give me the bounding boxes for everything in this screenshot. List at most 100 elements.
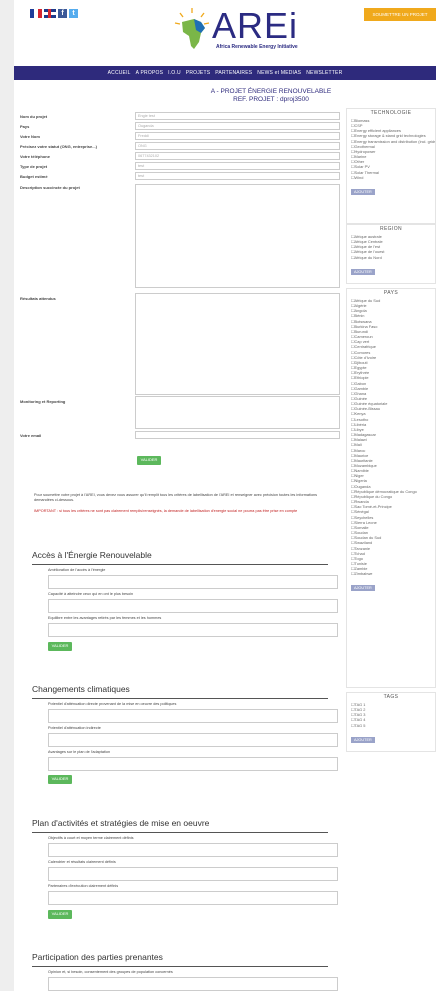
technology-checkbox-item[interactable]: ☐Energy storage & stand grid technologie… (347, 133, 435, 138)
question-label: Amélioration de l'accès à l'énergie (48, 568, 106, 572)
country-filter: PAYS ☐Afrique du Sud ☐Algérie ☐Angola ☐Béni… (346, 288, 436, 688)
question-label: Equilibre entre les avantages retirés pa… (48, 616, 162, 620)
section-title: Plan d'activités et stratégies de mise e… (32, 818, 210, 828)
important-note: IMPORTANT : si tous les critères ne sont… (34, 509, 298, 513)
section-title: Accès à l'Énergie Renouvelable (32, 550, 152, 560)
top-bar: f t AREi Africa Renewable Energy Initiat… (14, 0, 436, 62)
africa-map-icon (174, 8, 210, 49)
question-label: Potentiel d'atténuation indirecte (48, 726, 101, 730)
question-textarea[interactable] (48, 575, 338, 589)
technology-title: TECHNOLOGIE (370, 110, 412, 116)
country-list: ☐Afrique du Sud ☐Algérie ☐Angola ☐Bénin ☐Bot… (347, 298, 435, 576)
add-country-button[interactable]: AJOUTER (351, 585, 375, 592)
section-energy-access: Accès à l'Énergie Renouvelable Améliorat… (32, 550, 342, 651)
logo-text: AREi (212, 5, 299, 46)
question-textarea[interactable] (48, 757, 338, 771)
label-project-type: Type de projet (20, 164, 48, 169)
question-textarea[interactable] (48, 623, 338, 637)
section-validate-button[interactable]: VALIDER (48, 775, 72, 784)
nav-item-a-propos[interactable]: A PROPOS (136, 70, 163, 76)
section-business-plan: Plan d'activités et stratégies de mise e… (32, 818, 342, 919)
technology-list: ☐Biomass ☐CSP ☐Energy efficient appliances… (347, 118, 435, 180)
section-divider (32, 832, 328, 833)
section-validate-button[interactable]: VALIDER (48, 642, 72, 651)
question-label: Potentiel d'atténuation directe provenan… (48, 702, 177, 706)
label-phone: Votre téléphone (20, 154, 50, 159)
page-title-line2: REF. PROJET : dproj3500 (233, 96, 309, 103)
region-title: REGION (379, 226, 403, 232)
label-budget: Budget estimé (20, 174, 48, 179)
question-textarea[interactable] (48, 733, 338, 747)
label-email: Votre email (20, 433, 42, 438)
add-region-button[interactable]: AJOUTER (351, 268, 375, 275)
tags-filter: TAGS ☐TAG 1 ☐TAG 2 ☐TAG 3 ☐TAG 4 ☐TAG 5 AJOU… (346, 692, 436, 752)
facebook-icon[interactable]: f (58, 9, 67, 18)
tags-title: TAGS (383, 694, 399, 700)
english-flag-icon[interactable] (44, 9, 56, 18)
description-textarea[interactable] (135, 184, 340, 288)
section-title: Changements climatiques (32, 684, 130, 694)
your-name-field[interactable]: Freddi (135, 132, 340, 140)
main-nav: ACCUEIL A PROPOS I.O.U PROJETS PARTENAIR… (14, 66, 436, 80)
project-type-field[interactable]: test (135, 162, 340, 170)
section-title: Participation des parties prenantes (32, 952, 163, 962)
french-flag-icon[interactable] (30, 9, 42, 18)
country-title: PAYS (383, 290, 399, 296)
section-divider (32, 966, 328, 967)
add-tag-button[interactable]: AJOUTER (351, 736, 375, 743)
section-validate-button[interactable]: VALIDER (48, 910, 72, 919)
question-textarea[interactable] (48, 977, 338, 991)
nav-item-iou[interactable]: I.O.U (168, 70, 181, 76)
add-technology-button[interactable]: AJOUTER (351, 188, 375, 195)
question-textarea[interactable] (48, 891, 338, 905)
question-label: Objectifs à court et moyen terme clairem… (48, 836, 134, 840)
phone-field[interactable]: 0677432102 (135, 152, 340, 160)
question-label: Avantages sur le plan de l'adaptation (48, 750, 111, 754)
region-filter: REGION ☐Afrique australe ☐Afrique Central… (346, 224, 436, 284)
validate-button[interactable]: VALIDER (137, 456, 161, 465)
nav-item-news-medias[interactable]: NEWS et MEDIAS (257, 70, 301, 76)
tag-checkbox-item[interactable]: ☐TAG 5 (347, 723, 435, 728)
question-label: Opinion et, si besoin, consentement des … (48, 970, 173, 974)
project-name-field[interactable]: Engie test (135, 112, 340, 120)
language-and-social: f t (30, 9, 78, 18)
nav-item-accueil[interactable]: ACCUEIL (108, 70, 131, 76)
question-textarea[interactable] (48, 599, 338, 613)
label-description: Description succincte du projet (20, 185, 80, 190)
technology-filter: TECHNOLOGIE ☐Biomass ☐CSP ☐Energy efficien… (346, 108, 436, 224)
label-expected-results: Résultats attendus (20, 296, 56, 301)
question-label: Capacité à atteindre ceux qui en ont le … (48, 592, 134, 596)
question-label: Calendrier et résultats clairement défin… (48, 860, 116, 864)
question-textarea[interactable] (48, 843, 338, 857)
nav-item-newsletter[interactable]: NEWSLETTER (306, 70, 342, 76)
twitter-icon[interactable]: t (69, 9, 78, 18)
region-list: ☐Afrique australe ☐Afrique Centrale ☐Afriq… (347, 234, 435, 260)
section-divider (32, 564, 328, 565)
question-label: Partenaires d'exécution clairement défin… (48, 884, 119, 888)
page-title-line1: A - PROJET ÉNERGIE RENOUVELABLE (210, 88, 332, 95)
tags-list: ☐TAG 1 ☐TAG 2 ☐TAG 3 ☐TAG 4 ☐TAG 5 (347, 702, 435, 728)
country-checkbox-item[interactable]: ☐Zimbabwe (347, 571, 435, 576)
country-field[interactable]: Ouganda (135, 122, 340, 130)
logo[interactable]: AREi Africa Renewable Energy Initiative (172, 6, 322, 52)
question-textarea[interactable] (48, 867, 338, 881)
section-divider (32, 698, 328, 699)
question-textarea[interactable] (48, 709, 338, 723)
label-status: Précisez votre statut (ONG, entreprise..… (20, 144, 97, 149)
submit-project-button[interactable]: SOUMETTRE UN PROJET (364, 8, 436, 21)
label-project-name: Nom du projet (20, 114, 48, 119)
nav-item-projets[interactable]: PROJETS (186, 70, 210, 76)
expected-results-textarea[interactable] (135, 293, 340, 395)
monitoring-textarea[interactable] (135, 396, 340, 429)
label-your-name: Votre Nom (20, 134, 40, 139)
label-country: Pays (20, 124, 30, 129)
budget-field[interactable]: test (135, 172, 340, 180)
technology-checkbox-item[interactable]: ☐Wind (347, 175, 435, 180)
page-title: A - PROJET ÉNERGIE RENOUVELABLE REF. PRO… (166, 88, 376, 104)
nav-item-partenaires[interactable]: PARTENAIRES (215, 70, 252, 76)
status-field[interactable]: ONG (135, 142, 340, 150)
info-note: Pour soumettre votre projet à l'AREI, vo… (34, 493, 318, 502)
region-checkbox-item[interactable]: ☐Afrique du Nord (347, 255, 435, 260)
email-field[interactable] (135, 431, 340, 439)
logo-subtitle: Africa Renewable Energy Initiative (216, 44, 298, 50)
